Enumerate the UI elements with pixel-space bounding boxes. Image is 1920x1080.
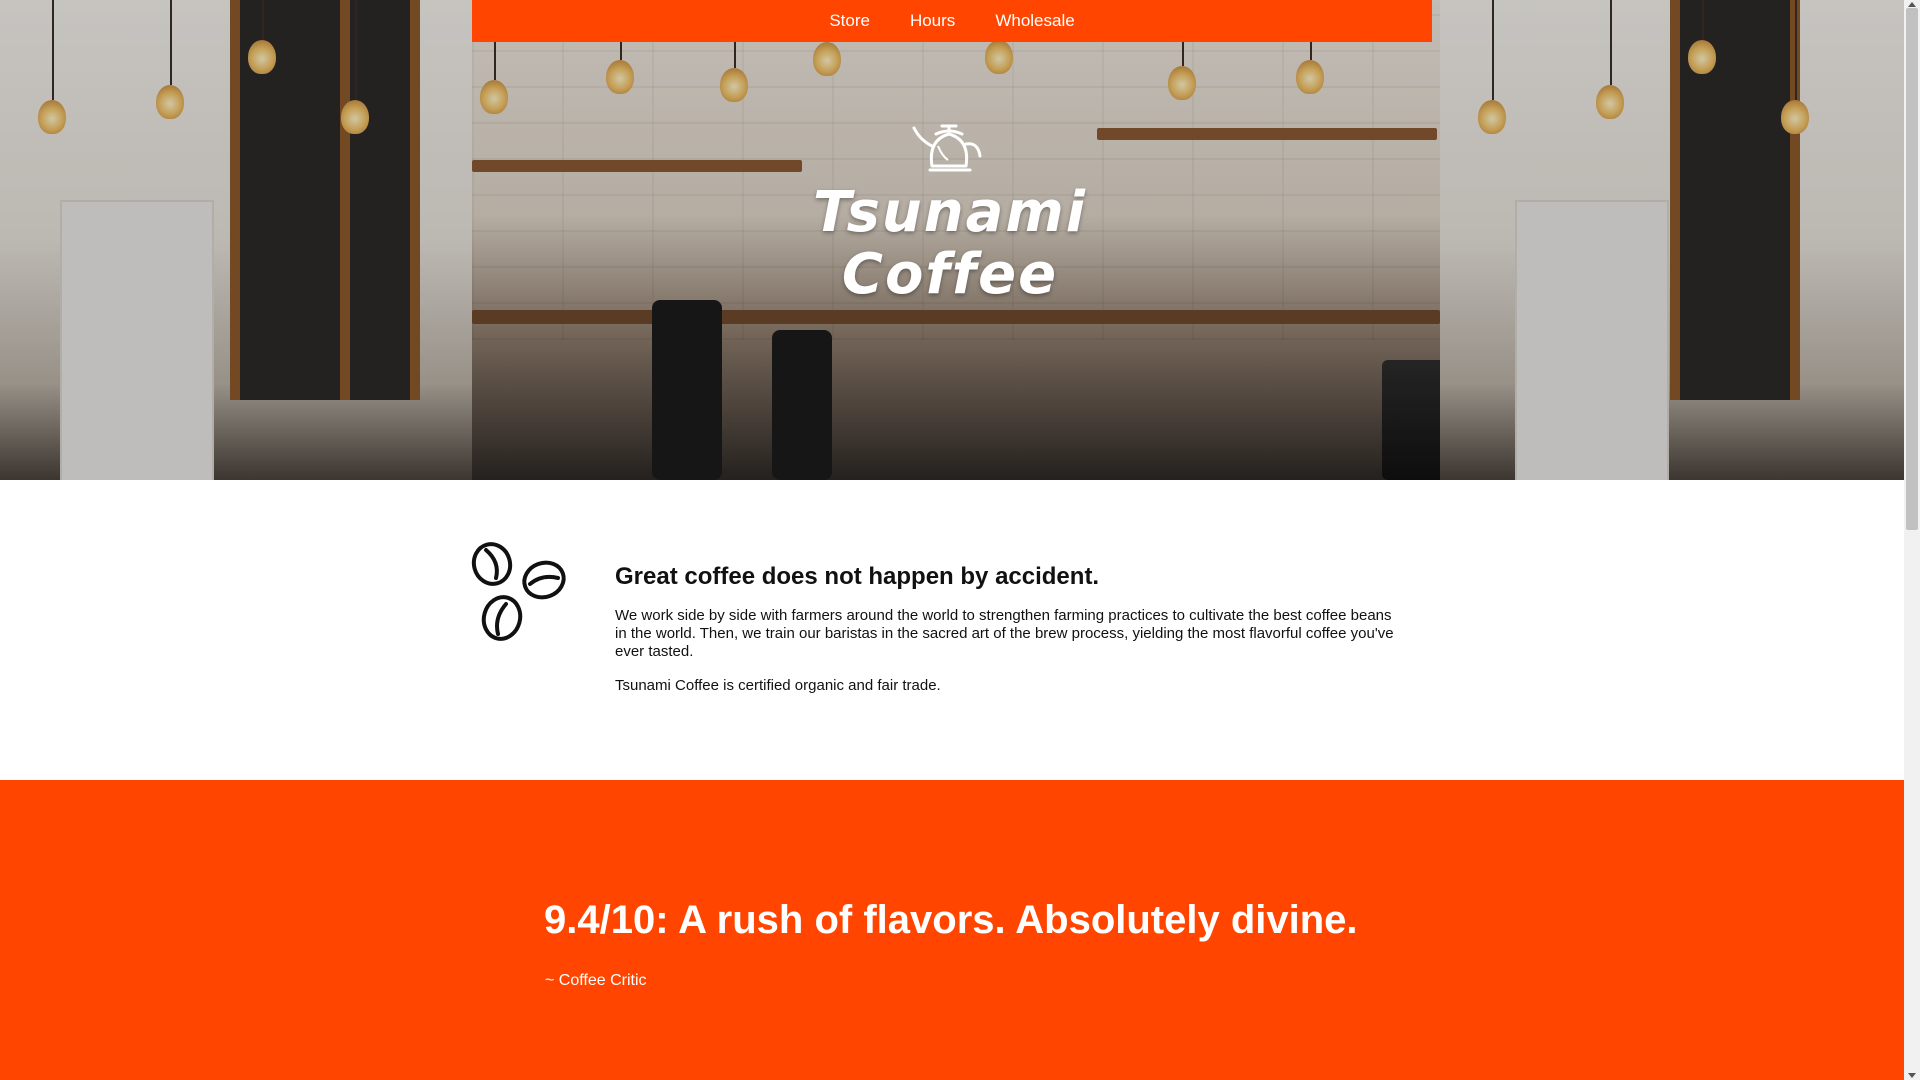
kettle-icon	[912, 124, 982, 172]
nav-wholesale-link[interactable]: Wholesale	[995, 11, 1074, 31]
about-paragraph: We work side by side with farmers around…	[615, 607, 1394, 660]
coffee-beans-icon	[471, 542, 566, 641]
top-nav: Store Hours Wholesale	[472, 0, 1432, 42]
brand-title-line2: Coffee	[841, 242, 1059, 307]
review-author: ~ Coffee Critic	[545, 972, 647, 989]
brand-logo: Tsunami Coffee	[790, 118, 1110, 306]
about-content: Great coffee does not happen by accident…	[615, 563, 1405, 711]
brand-title-line1: Tsunami	[813, 180, 1087, 245]
about-certification: Tsunami Coffee is certified organic and …	[615, 677, 941, 694]
nav-store-link[interactable]: Store	[829, 11, 870, 31]
page-scrollbar[interactable]	[1904, 0, 1920, 1080]
nav-hours-link[interactable]: Hours	[910, 11, 955, 31]
about-heading: Great coffee does not happen by accident…	[615, 563, 1100, 590]
scroll-down-icon[interactable]	[1908, 1073, 1916, 1078]
scroll-up-icon[interactable]	[1908, 2, 1916, 7]
brand-title: Tsunami Coffee	[790, 182, 1110, 306]
review-quote: 9.4/10: A rush of flavors. Absolutely di…	[544, 898, 1358, 942]
review-section: 9.4/10: A rush of flavors. Absolutely di…	[0, 780, 1904, 1080]
scrollbar-thumb[interactable]	[1906, 8, 1918, 530]
